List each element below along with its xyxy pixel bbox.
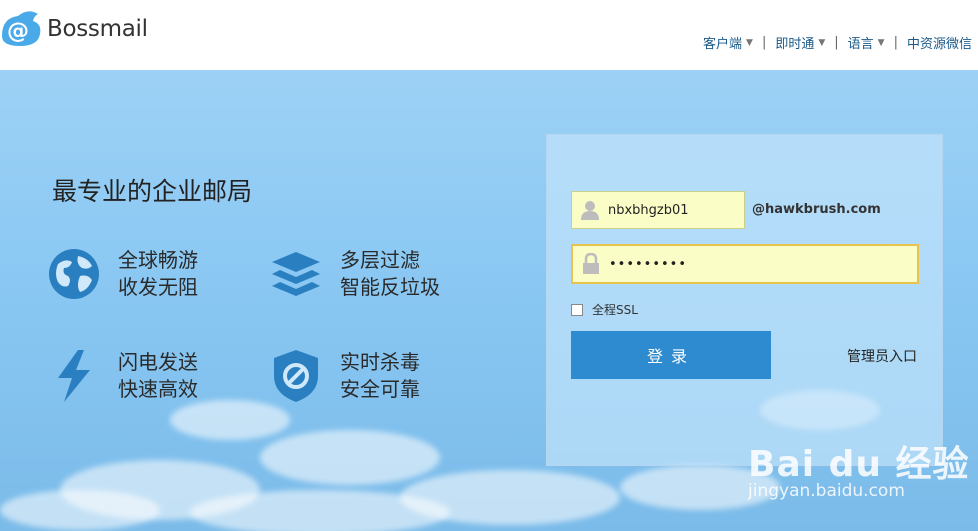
nav-wechat[interactable]: 中资源微信 bbox=[907, 33, 972, 52]
top-header: @ Bossmail 客户端 ▼ | 即时通 ▼ | 语言 ▼ | 中资源微信 bbox=[0, 0, 978, 70]
ssl-label: 全程SSL bbox=[592, 303, 638, 317]
password-field[interactable]: ••••••••• bbox=[571, 244, 919, 284]
email-domain: @hawkbrush.com bbox=[752, 202, 881, 217]
slogan: 最专业的企业邮局 bbox=[52, 177, 253, 206]
globe-icon bbox=[49, 249, 99, 299]
feature-antivirus: 实时杀毒 安全可靠 bbox=[268, 348, 420, 404]
feature-filter-line1: 多层过滤 bbox=[340, 248, 420, 272]
svg-text:@: @ bbox=[7, 19, 29, 44]
login-button[interactable]: 登录 bbox=[571, 331, 771, 379]
baidu-watermark: Bai du 经验 jingyan.baidu.com bbox=[748, 435, 970, 501]
top-nav: 客户端 ▼ | 即时通 ▼ | 语言 ▼ | 中资源微信 bbox=[703, 33, 972, 52]
nav-im[interactable]: 即时通 ▼ bbox=[775, 33, 825, 52]
feature-global-line1: 全球畅游 bbox=[118, 248, 198, 272]
feature-fast-line2: 快速高效 bbox=[118, 377, 198, 401]
nav-divider: | bbox=[834, 35, 839, 50]
feature-global: 全球畅游 收发无阻 bbox=[46, 246, 198, 302]
layers-icon bbox=[272, 252, 320, 296]
username-input[interactable] bbox=[608, 202, 738, 218]
feature-filter: 多层过滤 智能反垃圾 bbox=[268, 246, 440, 302]
shield-icon bbox=[274, 350, 318, 402]
bossmail-logo-icon[interactable]: @ bbox=[0, 6, 44, 50]
username-field[interactable] bbox=[571, 191, 745, 229]
nav-divider: | bbox=[761, 35, 767, 50]
cloud-decoration bbox=[170, 400, 290, 440]
password-input[interactable]: ••••••••• bbox=[609, 257, 687, 272]
nav-wechat-label: 中资源微信 bbox=[906, 37, 972, 52]
cloud-decoration bbox=[260, 430, 440, 485]
nav-client-label: 客户端 bbox=[703, 37, 743, 52]
feature-fast-line1: 闪电发送 bbox=[118, 350, 198, 374]
lock-icon bbox=[573, 246, 609, 282]
feature-antivirus-line1: 实时杀毒 bbox=[340, 350, 420, 374]
login-panel: @hawkbrush.com ••••••••• 全程SSL 登录 管理员入口 bbox=[546, 134, 943, 466]
nav-client[interactable]: 客户端 ▼ bbox=[703, 33, 753, 52]
feature-global-line2: 收发无阻 bbox=[118, 275, 198, 299]
feature-antivirus-line2: 安全可靠 bbox=[340, 377, 420, 401]
ssl-checkbox[interactable] bbox=[571, 303, 583, 316]
feature-filter-line2: 智能反垃圾 bbox=[340, 275, 440, 299]
cloud-decoration bbox=[0, 490, 160, 530]
nav-divider: | bbox=[893, 35, 898, 50]
nav-language[interactable]: 语言 ▼ bbox=[848, 33, 885, 52]
chevron-down-icon: ▼ bbox=[818, 37, 826, 48]
chevron-down-icon: ▼ bbox=[877, 37, 885, 48]
watermark-url: jingyan.baidu.com bbox=[748, 481, 905, 501]
chevron-down-icon: ▼ bbox=[746, 37, 753, 48]
brand-name: Bossmail bbox=[47, 16, 148, 42]
cloud-decoration bbox=[190, 490, 450, 531]
nav-im-label: 即时通 bbox=[775, 37, 815, 52]
watermark-text: Bai du 经验 bbox=[748, 444, 970, 485]
user-icon bbox=[572, 192, 608, 228]
admin-login-link[interactable]: 管理员入口 bbox=[847, 346, 917, 366]
ssl-option[interactable]: 全程SSL bbox=[571, 301, 638, 318]
lightning-icon bbox=[58, 350, 90, 402]
feature-fast: 闪电发送 快速高效 bbox=[46, 348, 198, 404]
hero-banner: 最专业的企业邮局 全球畅游 收发无阻 多层过滤 智能反垃圾 闪电发送 快速高效 … bbox=[0, 70, 978, 531]
nav-language-label: 语言 bbox=[847, 37, 874, 52]
